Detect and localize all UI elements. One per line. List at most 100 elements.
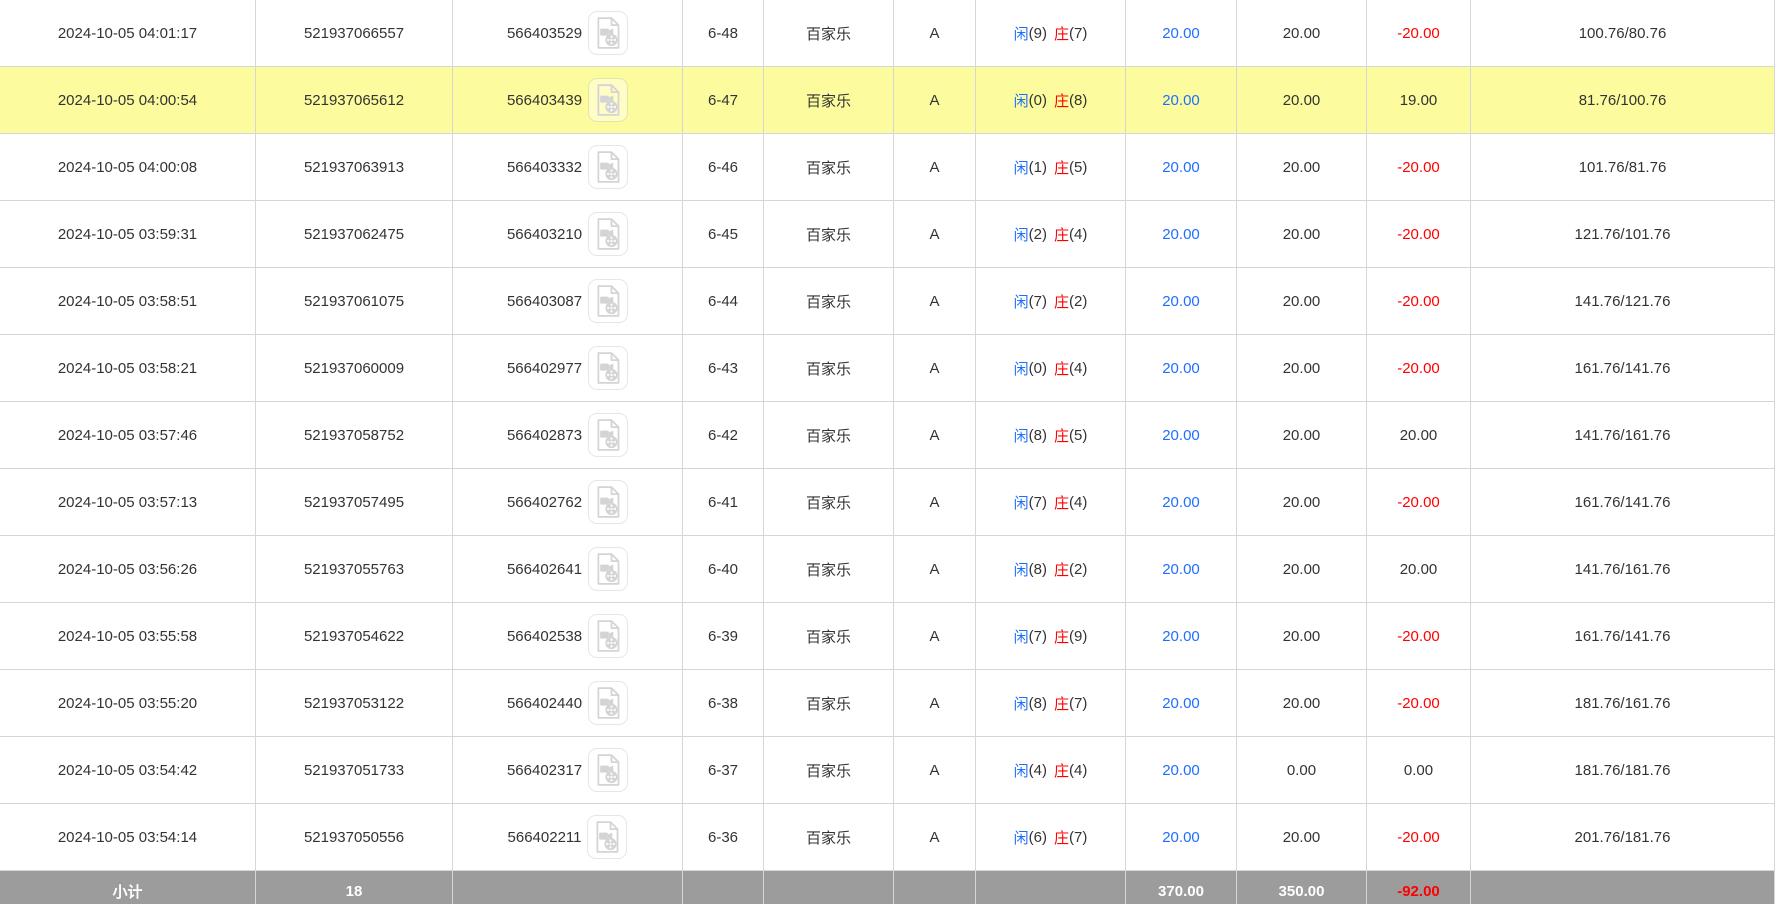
video-file-icon — [596, 821, 619, 853]
player-score: (7) — [1028, 627, 1047, 645]
player-result-label: 闲 — [1013, 695, 1029, 713]
subtotal-row: 小计 18 370.00 350.00 -92.00 — [0, 871, 1775, 904]
video-replay-button[interactable] — [588, 748, 629, 792]
table-name: A — [894, 67, 976, 133]
player-score: (1) — [1028, 158, 1047, 176]
bet-time: 2024-10-05 03:54:14 — [0, 804, 256, 870]
player-score: (7) — [1028, 292, 1047, 310]
bet-id: 521937063913 — [256, 134, 453, 200]
valid-bet-amount: 20.00 — [1237, 469, 1367, 535]
game-round-cell: 566403210 — [453, 201, 683, 267]
table-name: A — [894, 0, 976, 66]
bet-time: 2024-10-05 03:54:42 — [0, 737, 256, 803]
video-replay-button[interactable] — [588, 279, 629, 323]
player-result-label: 闲 — [1013, 427, 1029, 445]
game-type: 百家乐 — [764, 67, 894, 133]
subtotal-valid-total: 350.00 — [1237, 871, 1367, 904]
subtotal-label: 小计 — [0, 871, 256, 904]
subtotal-winloss-total: -92.00 — [1367, 871, 1471, 904]
table-row[interactable]: 2024-10-05 03:55:58 521937054622 5664025… — [0, 603, 1775, 670]
banker-score: (2) — [1069, 292, 1088, 310]
table-name: A — [894, 536, 976, 602]
bet-amount: 20.00 — [1126, 268, 1237, 334]
bet-time: 2024-10-05 03:57:13 — [0, 469, 256, 535]
banker-result-label: 庄 — [1054, 159, 1070, 177]
table-row[interactable]: 2024-10-05 03:55:20 521937053122 5664024… — [0, 670, 1775, 737]
table-row[interactable]: 2024-10-05 03:54:42 521937051733 5664023… — [0, 737, 1775, 804]
player-result-label: 闲 — [1013, 360, 1029, 378]
video-file-icon — [597, 486, 620, 518]
game-round-cell: 566402317 — [453, 737, 683, 803]
table-row[interactable]: 2024-10-05 04:00:08 521937063913 5664033… — [0, 134, 1775, 201]
video-replay-button[interactable] — [588, 78, 629, 122]
banker-result-label: 庄 — [1054, 360, 1070, 378]
valid-bet-amount: 20.00 — [1237, 804, 1367, 870]
balance-before-after: 181.76/161.76 — [1471, 670, 1775, 736]
balance-before-after: 101.76/81.76 — [1471, 134, 1775, 200]
shoe-round-number: 6-39 — [683, 603, 764, 669]
player-score: (2) — [1028, 225, 1047, 243]
valid-bet-amount: 20.00 — [1237, 335, 1367, 401]
video-replay-button[interactable] — [588, 547, 629, 591]
video-replay-button[interactable] — [588, 346, 629, 390]
table-row[interactable]: 2024-10-05 04:00:54 521937065612 5664034… — [0, 67, 1775, 134]
bet-amount: 20.00 — [1126, 603, 1237, 669]
win-loss-amount: 20.00 — [1367, 536, 1471, 602]
banker-result-label: 庄 — [1054, 695, 1070, 713]
player-result-label: 闲 — [1013, 293, 1029, 311]
valid-bet-amount: 20.00 — [1237, 670, 1367, 736]
shoe-round-number: 6-42 — [683, 402, 764, 468]
shoe-round-number: 6-43 — [683, 335, 764, 401]
balance-before-after: 81.76/100.76 — [1471, 67, 1775, 133]
table-row[interactable]: 2024-10-05 03:54:14 521937050556 5664022… — [0, 804, 1775, 871]
table-name: A — [894, 469, 976, 535]
banker-score: (9) — [1069, 627, 1088, 645]
video-replay-button[interactable] — [588, 11, 629, 55]
bet-time: 2024-10-05 03:58:21 — [0, 335, 256, 401]
table-row[interactable]: 2024-10-05 04:01:17 521937066557 5664035… — [0, 0, 1775, 67]
shoe-round-number: 6-36 — [683, 804, 764, 870]
video-replay-button[interactable] — [588, 681, 629, 725]
table-row[interactable]: 2024-10-05 03:57:46 521937058752 5664028… — [0, 402, 1775, 469]
game-result: 闲 (8) 庄 (2) — [976, 536, 1126, 602]
balance-before-after: 181.76/181.76 — [1471, 737, 1775, 803]
bet-amount: 20.00 — [1126, 670, 1237, 736]
video-replay-button[interactable] — [588, 413, 629, 457]
bet-amount: 20.00 — [1126, 737, 1237, 803]
video-replay-button[interactable] — [588, 614, 629, 658]
game-round-id: 566402317 — [506, 761, 583, 779]
video-replay-button[interactable] — [588, 145, 629, 189]
video-replay-button[interactable] — [587, 815, 628, 859]
video-file-icon — [597, 553, 620, 585]
win-loss-amount: -20.00 — [1367, 0, 1471, 66]
player-result-label: 闲 — [1013, 25, 1029, 43]
banker-score: (7) — [1069, 24, 1088, 42]
table-row[interactable]: 2024-10-05 03:58:51 521937061075 5664030… — [0, 268, 1775, 335]
bet-id: 521937051733 — [256, 737, 453, 803]
video-replay-button[interactable] — [588, 480, 629, 524]
video-replay-button[interactable] — [588, 212, 629, 256]
bet-id: 521937058752 — [256, 402, 453, 468]
table-row[interactable]: 2024-10-05 03:59:31 521937062475 5664032… — [0, 201, 1775, 268]
video-file-icon — [597, 620, 620, 652]
game-type: 百家乐 — [764, 670, 894, 736]
video-file-icon — [597, 84, 620, 116]
bet-time: 2024-10-05 04:01:17 — [0, 0, 256, 66]
banker-result-label: 庄 — [1054, 226, 1070, 244]
banker-score: (7) — [1069, 694, 1088, 712]
valid-bet-amount: 20.00 — [1237, 201, 1367, 267]
balance-before-after: 100.76/80.76 — [1471, 0, 1775, 66]
video-file-icon — [597, 218, 620, 250]
subtotal-empty-cell — [683, 871, 764, 904]
bet-time: 2024-10-05 03:56:26 — [0, 536, 256, 602]
table-row[interactable]: 2024-10-05 03:57:13 521937057495 5664027… — [0, 469, 1775, 536]
table-name: A — [894, 603, 976, 669]
shoe-round-number: 6-45 — [683, 201, 764, 267]
table-row[interactable]: 2024-10-05 03:58:21 521937060009 5664029… — [0, 335, 1775, 402]
valid-bet-amount: 0.00 — [1237, 737, 1367, 803]
game-result: 闲 (7) 庄 (4) — [976, 469, 1126, 535]
records-rows: 2024-10-05 04:01:17 521937066557 5664035… — [0, 0, 1775, 871]
game-round-cell: 566403529 — [453, 0, 683, 66]
table-row[interactable]: 2024-10-05 03:56:26 521937055763 5664026… — [0, 536, 1775, 603]
banker-score: (4) — [1069, 761, 1088, 779]
